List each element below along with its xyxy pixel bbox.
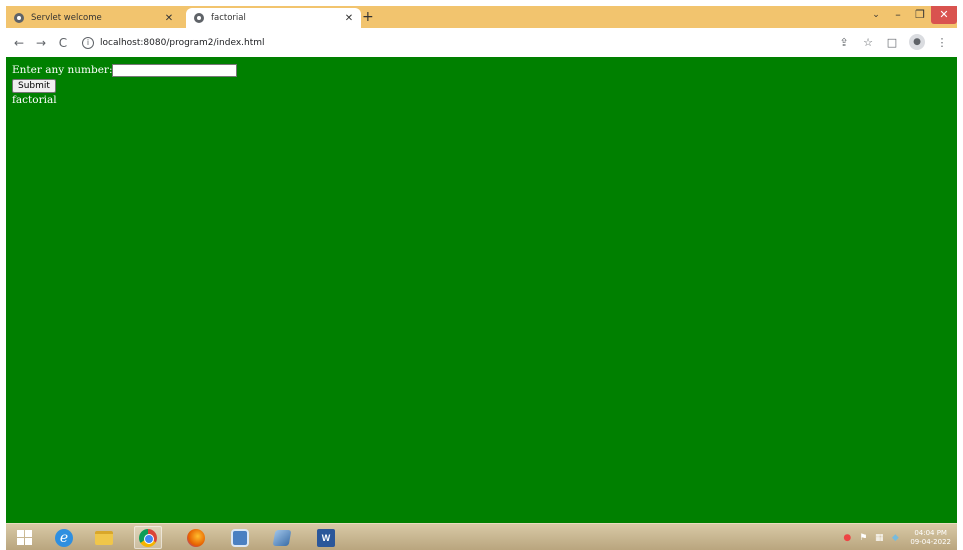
- word-icon: W: [317, 528, 335, 547]
- clock-time: 04:04 PM: [914, 528, 947, 537]
- share-icon[interactable]: ⇪: [837, 36, 851, 49]
- taskbar-chrome[interactable]: [134, 526, 162, 549]
- virtualbox-icon: [231, 528, 249, 547]
- toolbar-actions: ⇪ ☆ □ ● ⋮: [837, 34, 949, 50]
- clock-date: 09-04-2022: [910, 537, 951, 546]
- globe-icon: [14, 13, 24, 23]
- network-status-icon[interactable]: ●: [842, 533, 852, 543]
- site-info-icon[interactable]: i: [82, 36, 94, 49]
- tab-title: factorial: [211, 13, 246, 23]
- taskbar-tool[interactable]: [268, 526, 296, 549]
- app-tool-icon: [272, 529, 292, 546]
- new-tab-button[interactable]: +: [362, 8, 374, 26]
- submit-button[interactable]: Submit: [12, 79, 56, 93]
- close-tab-icon[interactable]: ✕: [341, 13, 357, 24]
- address-bar[interactable]: i localhost:8080/program2/index.html: [82, 33, 822, 53]
- folder-icon: [95, 530, 113, 545]
- back-arrow-icon[interactable]: ←: [10, 36, 28, 50]
- result-text: factorial: [12, 94, 57, 106]
- tab-factorial[interactable]: factorial ✕: [186, 8, 361, 28]
- taskbar-internet-explorer[interactable]: e: [50, 526, 78, 549]
- tab-servlet-welcome[interactable]: Servlet welcome ✕: [6, 8, 181, 28]
- side-panel-icon[interactable]: □: [885, 36, 899, 49]
- firefox-icon: [187, 528, 205, 547]
- number-input[interactable]: [112, 63, 238, 77]
- globe-icon: [194, 13, 204, 23]
- forward-arrow-icon[interactable]: →: [32, 36, 50, 50]
- url-text: localhost:8080/program2/index.html: [100, 37, 265, 48]
- number-form-row: Enter any number:: [12, 63, 951, 77]
- start-button[interactable]: [10, 526, 38, 549]
- browser-toolbar: ← → C i localhost:8080/program2/index.ht…: [6, 28, 957, 57]
- taskbar-file-explorer[interactable]: [90, 526, 118, 549]
- tray-app-icon[interactable]: ◆: [890, 533, 900, 543]
- bookmark-star-icon[interactable]: ☆: [861, 36, 875, 49]
- minimize-icon[interactable]: –: [887, 6, 909, 24]
- taskbar-word[interactable]: W: [312, 526, 340, 549]
- window-controls: ⌄ – ❐ ✕: [865, 6, 957, 24]
- system-tray: ● ⚑ ▦ ◆ 04:04 PM 09-04-2022: [842, 524, 951, 550]
- clock[interactable]: 04:04 PM 09-04-2022: [910, 529, 951, 547]
- tab-search-chevron-icon[interactable]: ⌄: [865, 6, 887, 24]
- taskbar-firefox[interactable]: [182, 526, 210, 549]
- profile-avatar-icon[interactable]: ●: [909, 34, 925, 50]
- taskbar-virtualbox[interactable]: [226, 526, 254, 549]
- tab-title: Servlet welcome: [31, 13, 102, 23]
- close-window-icon[interactable]: ✕: [931, 6, 957, 24]
- keyboard-icon[interactable]: ▦: [874, 533, 884, 543]
- menu-kebab-icon[interactable]: ⋮: [935, 36, 949, 49]
- maximize-icon[interactable]: ❐: [909, 6, 931, 24]
- page-viewport: Enter any number: Submit factorial: [6, 57, 957, 523]
- windows-logo-icon: [16, 530, 32, 545]
- chrome-icon: [139, 528, 157, 547]
- reload-icon[interactable]: C: [54, 36, 72, 50]
- number-label: Enter any number:: [12, 64, 113, 76]
- action-center-flag-icon[interactable]: ⚑: [858, 533, 868, 543]
- close-tab-icon[interactable]: ✕: [161, 13, 177, 24]
- taskbar: e W ● ⚑ ▦ ◆ 04:04 PM 09-04-2022: [6, 523, 957, 550]
- internet-explorer-icon: e: [55, 528, 73, 547]
- tab-strip: Servlet welcome ✕ factorial ✕ + ⌄ – ❐ ✕: [6, 6, 957, 28]
